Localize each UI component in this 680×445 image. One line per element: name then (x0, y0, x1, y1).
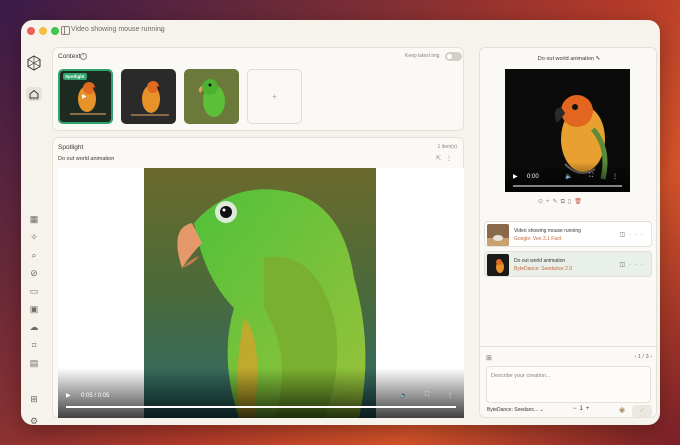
spotlight-subtitle: Do out world animation (58, 156, 115, 162)
minimize-window-button[interactable] (39, 27, 47, 35)
preview-panel: Do out world animation ✎ ▶ 0:00 🔈 ⛶ ⋮ ⊙+… (479, 47, 658, 419)
spotlight-video-player[interactable]: ▶ 0:05 / 0:05 🔈 ⛶ ⋮ (58, 168, 464, 418)
preview-progress-bar[interactable] (513, 185, 622, 187)
mouse-video-image (487, 224, 509, 246)
preview-controls: ▶ 0:00 🔈 ⛶ ⋮ (505, 162, 630, 192)
credits-icon: ◉ (619, 407, 626, 414)
window-title[interactable]: Video showing mouse running (71, 26, 165, 33)
green-parrot-image (184, 69, 239, 124)
sparkle-icon[interactable]: ✧ (27, 230, 41, 244)
keep-latest-label: Keep latest img (405, 53, 440, 59)
orange-parrot-image (121, 69, 176, 124)
info-icon[interactable]: i (80, 53, 87, 60)
prompt-area: ⊞ ‹ 1 / 3 › Describe your creation... By… (480, 346, 658, 419)
edit-icon[interactable]: ✎ (596, 56, 601, 62)
prompt-mode-icon[interactable]: ⊞ (486, 354, 492, 362)
play-icon[interactable]: ▶ (66, 392, 71, 399)
more-icon[interactable]: ··· (629, 232, 647, 238)
more-vertical-icon[interactable]: ⋮ (446, 156, 457, 162)
play-icon: ▶ (82, 94, 87, 100)
preview-title: Do out world animation ✎ (480, 56, 658, 62)
settings-gear-icon[interactable]: ⚙ (27, 414, 41, 426)
refresh-icon[interactable]: ⊙ (538, 199, 546, 205)
quantity-stepper[interactable]: −1+ (573, 406, 592, 412)
more-icon[interactable]: ··· (629, 262, 647, 268)
generation-model: ByteDance: Seedance 2.0 (514, 266, 573, 272)
add-context-button[interactable]: + (247, 69, 302, 124)
send-button[interactable]: ✓ (632, 405, 652, 417)
scan-icon[interactable]: ⌗ (27, 338, 41, 352)
generation-title: Do out world animation (514, 258, 566, 264)
context-thumbnail-2[interactable] (121, 69, 176, 124)
progress-fill (66, 406, 456, 408)
layers-icon[interactable]: ▦ (27, 212, 41, 226)
briefcase-icon[interactable]: ▭ (27, 284, 41, 298)
calendar-icon[interactable]: ▤ (27, 356, 41, 370)
compare-icon[interactable]: ◫ (619, 232, 629, 238)
generation-actions: ◫··· (619, 261, 647, 268)
delete-icon[interactable]: 🗑 (574, 199, 585, 205)
orange-parrot-image (487, 254, 509, 276)
more-vertical-icon[interactable]: ⋮ (447, 392, 453, 399)
generation-model: Google: Veo 3.1 Fast (514, 236, 561, 242)
generation-title: Video showing mouse running (514, 228, 581, 234)
pager: ‹ 1 / 3 › (635, 354, 652, 360)
generation-thumbnail (487, 254, 509, 276)
edit-icon[interactable]: ✎ (553, 199, 561, 205)
more-vertical-icon[interactable]: ⋮ (612, 173, 618, 180)
chevron-right-icon[interactable]: › (650, 354, 652, 360)
time-display: 0:00 (527, 174, 539, 180)
title-bar: Video showing mouse running ⌄ (21, 20, 660, 42)
context-panel: Context i Keep latest img Spotlight ▶ + (52, 47, 464, 131)
video-progress-bar[interactable] (66, 406, 456, 408)
apps-icon[interactable]: ⊞ (27, 392, 41, 406)
preview-actions: ⊙+✎⧉▯🗑 (538, 198, 585, 206)
search-icon[interactable]: ⌕ (27, 248, 41, 262)
context-thumbnail-1[interactable]: Spotlight ▶ (58, 69, 113, 124)
spotlight-actions: ⇱⋮ (436, 155, 457, 162)
spotlight-panel: Spotlight 1 item(s) Do out world animati… (52, 137, 464, 418)
model-select[interactable]: ByteDance: Seedanc... ⌄ (487, 407, 544, 413)
volume-icon[interactable]: 🔈 (400, 392, 407, 399)
close-window-button[interactable] (27, 27, 35, 35)
spotlight-label: Spotlight (58, 144, 84, 151)
prompt-input[interactable]: Describe your creation... (486, 366, 651, 403)
app-window: Video showing mouse running ⌄ ⌃ ··· ▦ ✧ … (21, 20, 660, 425)
chevron-left-icon[interactable]: ‹ (635, 354, 637, 360)
item-count: 1 item(s) (437, 144, 457, 150)
preview-title-text: Do out world animation (537, 56, 595, 62)
generation-item[interactable]: Video showing mouse running Google: Veo … (484, 221, 652, 247)
attachment-icon[interactable]: ⊘ (27, 266, 41, 280)
spotlight-badge: Spotlight (63, 73, 87, 80)
compare-icon[interactable]: ◫ (619, 262, 629, 268)
chevron-down-icon: ⌄ (539, 407, 544, 413)
copy-icon[interactable]: ⧉ (561, 199, 568, 205)
chevron-up-icon[interactable]: ⌃ (27, 59, 41, 73)
cloud-icon[interactable]: ☁ (27, 320, 41, 334)
video-controls: ▶ 0:05 / 0:05 🔈 ⛶ ⋮ (58, 368, 464, 418)
generation-item[interactable]: Do out world animation ByteDance: Seedan… (484, 251, 652, 277)
chevron-down-icon[interactable]: ⌄ (158, 25, 164, 33)
preview-video-player[interactable]: ▶ 0:00 🔈 ⛶ ⋮ (505, 69, 630, 192)
keep-latest-toggle[interactable] (445, 52, 462, 61)
left-rail: ⌃ ··· ▦ ✧ ⌕ ⊘ ▭ ▣ ☁ ⌗ ▤ ⊞ ⚙ (21, 35, 47, 425)
model-select-value: ByteDance: Seedanc... (487, 407, 539, 413)
page-indicator: 1 / 3 (637, 354, 649, 360)
volume-icon[interactable]: 🔈 (565, 173, 572, 180)
generation-actions: ◫··· (619, 231, 647, 238)
more-icon[interactable]: ··· (27, 92, 41, 106)
context-label: Context (58, 53, 81, 60)
play-icon[interactable]: ▶ (513, 173, 518, 180)
maximize-window-button[interactable] (51, 27, 59, 35)
gallery-icon[interactable]: ▣ (27, 302, 41, 316)
open-external-icon[interactable]: ⇱ (436, 156, 446, 162)
generation-thumbnail (487, 224, 509, 246)
time-display: 0:05 / 0:05 (81, 393, 110, 399)
context-thumbnail-3[interactable] (184, 69, 239, 124)
sidebar-toggle-icon[interactable] (61, 26, 70, 35)
fullscreen-icon[interactable]: ⛶ (589, 173, 593, 180)
fullscreen-icon[interactable]: ⛶ (425, 392, 429, 399)
increment-icon[interactable]: + (586, 406, 593, 412)
